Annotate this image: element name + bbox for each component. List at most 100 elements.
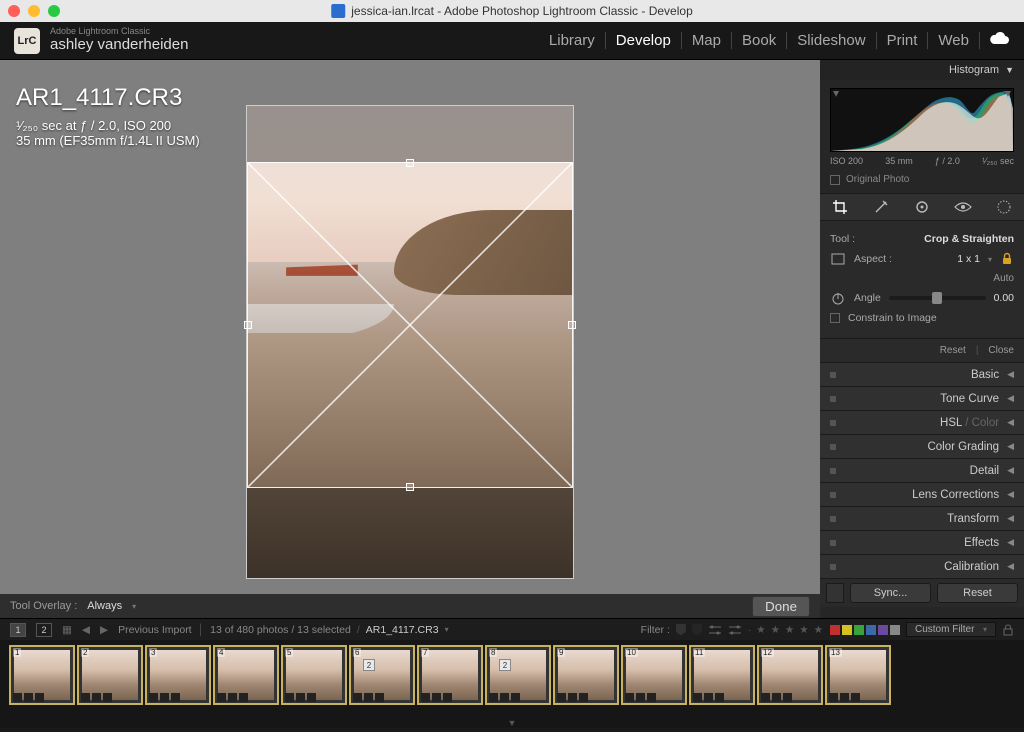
filmstrip-thumb[interactable]: 12 [758,646,822,704]
window-title: jessica-ian.lrcat - Adobe Photoshop Ligh… [331,4,693,18]
crop-handle-bottom[interactable] [406,483,414,491]
panel-lens-corrections[interactable]: Lens Corrections◀ [820,483,1024,507]
angle-value[interactable]: 0.00 [994,292,1014,304]
custom-filter-dropdown[interactable]: Custom Filter▾ [906,622,996,637]
radial-tool-icon[interactable] [995,198,1013,216]
image-exposure: ¹⁄₂₅₀ sec at ƒ / 2.0, ISO 200 [16,118,200,133]
photo-stage[interactable] [247,106,573,578]
crop-dim-top [247,106,573,162]
crop-handle-top[interactable] [406,159,414,167]
view-secondary-button[interactable]: 2 [36,623,52,637]
color-chip[interactable] [878,625,888,635]
filter-lock-icon[interactable] [1002,624,1014,636]
flag-picked-icon[interactable] [676,624,686,636]
minimize-window-icon[interactable] [28,5,40,17]
done-button[interactable]: Done [752,596,810,617]
nav-book[interactable]: Book [732,32,787,49]
filter-sliders-icon[interactable] [708,624,722,636]
lock-icon[interactable] [1000,252,1014,266]
nav-forward-icon[interactable]: ▶ [100,624,108,636]
filmstrip-thumb[interactable]: 5 [282,646,346,704]
tool-overlay-label: Tool Overlay : [10,600,77,612]
nav-develop[interactable]: Develop [606,32,682,49]
aspect-value[interactable]: 1 x 1 [957,253,980,265]
filmstrip-thumb[interactable]: 7 [418,646,482,704]
color-label-filter[interactable] [830,625,900,635]
filmstrip-thumb[interactable]: 10 [622,646,686,704]
filmstrip-breadcrumb[interactable]: Previous Import │ 13 of 480 photos / 13 … [118,624,449,636]
sync-button[interactable]: Sync... [850,583,931,603]
angle-icon [830,290,846,306]
app-header: LrC Adobe Lightroom Classic ashley vande… [0,22,1024,60]
crop-reset-button[interactable]: Reset [940,345,966,356]
color-chip[interactable] [890,625,900,635]
workspace: AR1_4117.CR3 ¹⁄₂₅₀ sec at ƒ / 2.0, ISO 2… [0,60,1024,618]
filmstrip-collapse-icon[interactable]: ▼ [0,718,1024,728]
filmstrip-thumb[interactable]: 3 [146,646,210,704]
histogram-title: Histogram [949,64,999,76]
tool-overlay-value[interactable]: Always [87,600,122,612]
angle-auto-button[interactable]: Auto [993,273,1014,284]
filmstrip-thumb[interactable]: 13 [826,646,890,704]
filmstrip-thumb[interactable]: 4 [214,646,278,704]
zoom-window-icon[interactable] [48,5,60,17]
panel-basic[interactable]: Basic◀ [820,363,1024,387]
filmstrip-thumb[interactable]: 82 [486,646,550,704]
filmstrip[interactable]: 1234562782910111213 [0,640,1024,718]
flag-rejected-icon[interactable] [692,624,702,636]
close-window-icon[interactable] [8,5,20,17]
color-chip[interactable] [842,625,852,635]
nav-back-icon[interactable]: ◀ [82,624,90,636]
cloud-sync-icon[interactable] [980,31,1010,50]
right-panel: Histogram ▼ ISO 200 35 mm ƒ / 2.0 ¹⁄₂₅₀ … [820,60,1024,618]
crop-tool-icon[interactable] [831,198,849,216]
filter-sliders-icon[interactable] [728,624,742,636]
panel-tone-curve[interactable]: Tone Curve◀ [820,387,1024,411]
panel-transform[interactable]: Transform◀ [820,507,1024,531]
switch-icon[interactable] [826,583,844,603]
identity-plate[interactable]: Adobe Lightroom Classic ashley vanderhei… [50,27,188,53]
crop-rectangle[interactable] [247,162,573,488]
histogram-header[interactable]: Histogram ▼ [820,60,1024,80]
redeye-tool-icon[interactable] [954,198,972,216]
filmstrip-thumb[interactable]: 11 [690,646,754,704]
crop-close-button[interactable]: Close [988,345,1014,356]
mask-tool-icon[interactable] [913,198,931,216]
crop-handle-left[interactable] [244,321,252,329]
color-chip[interactable] [830,625,840,635]
view-primary-button[interactable]: 1 [10,623,26,637]
panel-calibration[interactable]: Calibration◀ [820,555,1024,579]
filmstrip-thumb[interactable]: 9 [554,646,618,704]
nav-web[interactable]: Web [928,32,980,49]
module-nav: LibraryDevelopMapBookSlideshowPrintWeb [539,31,1010,50]
canvas[interactable]: AR1_4117.CR3 ¹⁄₂₅₀ sec at ƒ / 2.0, ISO 2… [0,60,820,594]
panel-color-grading[interactable]: Color Grading◀ [820,435,1024,459]
filmstrip-thumb[interactable]: 1 [10,646,74,704]
angle-slider[interactable] [889,296,986,300]
sync-bar: Sync... Reset [820,579,1024,607]
histogram[interactable] [830,88,1014,152]
grid-view-icon[interactable]: ▦ [62,624,72,636]
crop-dim-bottom [247,488,573,578]
crop-actions: Reset | Close [820,339,1024,363]
nav-map[interactable]: Map [682,32,732,49]
constrain-label[interactable]: Constrain to Image [848,312,937,324]
panel-hsl-color[interactable]: HSL / Color◀ [820,411,1024,435]
star-filter[interactable]: · ★ ★ ★ ★ ★ [748,624,824,636]
original-photo-toggle[interactable]: Original Photo [820,170,1024,193]
heal-tool-icon[interactable] [872,198,890,216]
color-chip[interactable] [854,625,864,635]
panel-detail[interactable]: Detail◀ [820,459,1024,483]
checkbox-icon [830,175,840,185]
app-logo: LrC [14,28,40,54]
color-chip[interactable] [866,625,876,635]
checkbox-icon[interactable] [830,313,840,323]
filmstrip-thumb[interactable]: 2 [78,646,142,704]
nav-print[interactable]: Print [877,32,929,49]
reset-button[interactable]: Reset [937,583,1018,603]
filmstrip-thumb[interactable]: 62 [350,646,414,704]
panel-effects[interactable]: Effects◀ [820,531,1024,555]
nav-slideshow[interactable]: Slideshow [787,32,876,49]
crop-handle-right[interactable] [568,321,576,329]
nav-library[interactable]: Library [539,32,606,49]
